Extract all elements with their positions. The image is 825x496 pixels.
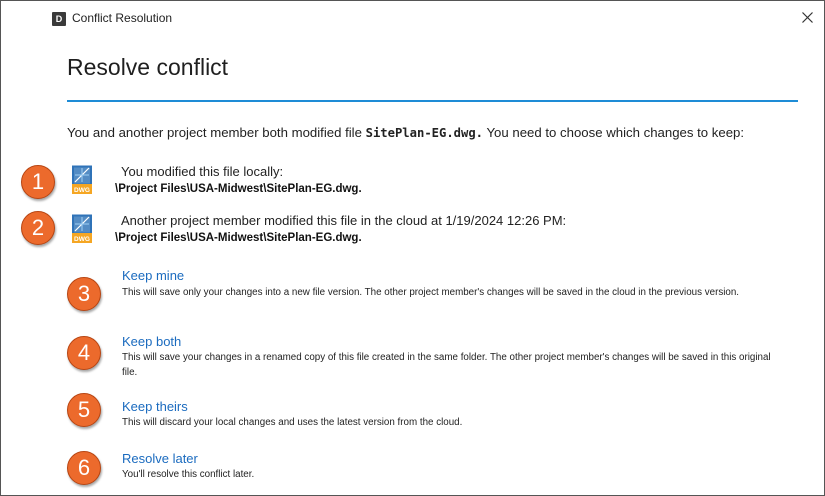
app-logo-icon: D bbox=[52, 12, 66, 26]
keep-mine-link[interactable]: Keep mine bbox=[122, 268, 184, 283]
close-button[interactable] bbox=[796, 7, 818, 29]
callout-badge-2: 2 bbox=[21, 211, 55, 245]
cloud-change-heading: Another project member modified this fil… bbox=[121, 213, 567, 228]
callout-badge-3: 3 bbox=[67, 277, 101, 311]
dwg-icon-label: DWG bbox=[74, 187, 90, 194]
intro-after: You need to choose which changes to keep… bbox=[483, 125, 745, 140]
keep-both-description: This will save your changes in a renamed… bbox=[122, 352, 771, 378]
cloud-file-path: \Project Files\USA-Midwest\SitePlan-EG.d… bbox=[115, 232, 362, 244]
dwg-icon-label: DWG bbox=[74, 236, 90, 243]
resolve-later-description: You'll resolve this conflict later. bbox=[122, 469, 255, 480]
dialog-heading: Resolve conflict bbox=[67, 54, 229, 80]
resolve-later-link[interactable]: Resolve later bbox=[122, 451, 198, 466]
callout-badge-6: 6 bbox=[67, 451, 101, 485]
local-change-heading: You modified this file locally: bbox=[121, 164, 284, 179]
intro-text: You and another project member both modi… bbox=[67, 125, 744, 140]
title-bar: D Conflict Resolution bbox=[1, 1, 824, 37]
conflict-resolution-dialog: D Conflict Resolution Resolve conflict Y… bbox=[0, 0, 825, 496]
keep-theirs-link[interactable]: Keep theirs bbox=[122, 399, 188, 414]
local-file-path: \Project Files\USA-Midwest\SitePlan-EG.d… bbox=[115, 183, 362, 195]
intro-file-name: SitePlan-EG.dwg. bbox=[365, 126, 484, 140]
dwg-file-icon: DWG bbox=[72, 165, 92, 194]
callout-badge-1: 1 bbox=[21, 165, 55, 199]
keep-both-link[interactable]: Keep both bbox=[122, 334, 181, 349]
heading-divider bbox=[67, 100, 798, 102]
intro-before: You and another project member both modi… bbox=[67, 125, 366, 140]
callout-badge-4: 4 bbox=[67, 336, 101, 370]
keep-mine-description: This will save only your changes into a … bbox=[122, 287, 740, 298]
callout-badge-5: 5 bbox=[67, 393, 101, 427]
keep-theirs-description: This will discard your local changes and… bbox=[122, 417, 463, 428]
dwg-file-icon: DWG bbox=[72, 214, 92, 243]
close-icon bbox=[801, 12, 813, 24]
window-title: Conflict Resolution bbox=[72, 11, 173, 25]
